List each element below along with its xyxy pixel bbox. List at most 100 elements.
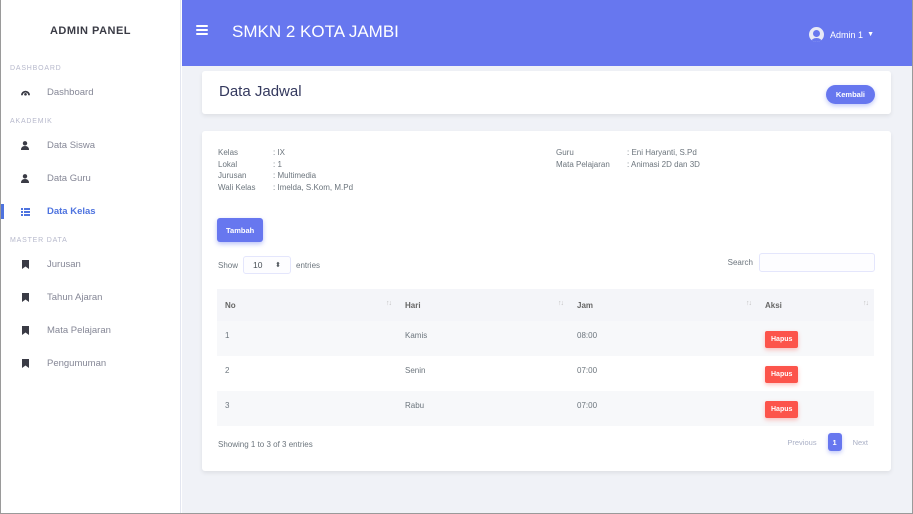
user-menu[interactable]: Admin 1 ▼ — [809, 27, 874, 42]
cell-hari: Senin — [405, 366, 426, 375]
column-header-hari[interactable]: Hari ↑↓ — [397, 289, 569, 321]
sidebar-item-label: Mata Pelajaran — [47, 325, 111, 336]
sort-icon: ↑↓ — [863, 300, 869, 307]
cell-aksi: Hapus — [757, 356, 874, 391]
cell-jam: 08:00 — [577, 331, 598, 340]
next-page-button[interactable]: Next — [846, 438, 875, 447]
sidebar-heading-akademik: AKADEMIK — [10, 118, 53, 125]
previous-page-button[interactable]: Previous — [780, 438, 823, 447]
sidebar-item-dashboard[interactable]: Dashboard — [1, 76, 180, 109]
sidebar-item-tahun-ajaran[interactable]: Tahun Ajaran — [1, 281, 180, 314]
column-header-no[interactable]: No ↑↓ — [217, 289, 397, 321]
entries-label: entries — [296, 260, 321, 270]
cell-no: 1 — [225, 331, 230, 340]
cell-no: 2 — [225, 366, 230, 375]
sidebar-item-pengumuman[interactable]: Pengumuman — [1, 347, 180, 380]
info-value: : 1 — [273, 159, 282, 169]
dashboard-icon — [20, 88, 30, 98]
sidebar-item-data-kelas[interactable]: Data Kelas — [1, 195, 180, 228]
user-icon — [20, 141, 30, 151]
info-row-kelas: Kelas : IX — [218, 147, 353, 159]
table-info: Showing 1 to 3 of 3 entries — [218, 440, 313, 449]
page-1-button[interactable]: 1 — [827, 433, 842, 451]
cell-jam: 07:00 — [577, 366, 598, 375]
delete-button[interactable]: Hapus — [765, 331, 799, 348]
search-label: Search — [727, 258, 753, 267]
table-row: 2 Senin 07:00 Hapus — [217, 356, 874, 391]
sidebar-heading-dashboard: DASHBOARD — [10, 65, 62, 72]
back-button[interactable]: Kembali — [825, 85, 875, 104]
browser-frame: ADMIN PANEL DASHBOARD Dashboard AKADEMIK… — [0, 0, 913, 514]
pagination: Previous 1 Next — [780, 433, 875, 451]
main-content: Data Jadwal Kembali Kelas : IX Lokal : 1 J… — [182, 66, 912, 513]
schedule-table: No ↑↓ Hari ↑↓ Jam ↑↓ Aksi ↑↓ 1 Kamis 08:00 H… — [217, 289, 874, 426]
delete-button[interactable]: Hapus — [765, 401, 799, 418]
table-row: 1 Kamis 08:00 Hapus — [217, 321, 874, 356]
sidebar: ADMIN PANEL DASHBOARD Dashboard AKADEMIK… — [1, 0, 181, 513]
bookmark-icon — [20, 293, 30, 303]
cell-no: 3 — [225, 401, 230, 410]
page-title: Data Jadwal — [219, 83, 302, 100]
sidebar-item-label: Pengumuman — [47, 358, 107, 369]
info-value: : Eni Haryanti, S.Pd — [627, 148, 697, 157]
sort-icon: ↑↓ — [386, 300, 392, 307]
info-value: : Imelda, S.Kom, M.Pd — [273, 182, 354, 192]
menu-toggle-icon[interactable] — [196, 25, 208, 35]
delete-button[interactable]: Hapus — [765, 366, 799, 383]
info-label: Lokal — [218, 159, 238, 169]
topbar: SMKN 2 KOTA JAMBI Admin 1 ▼ — [182, 0, 912, 66]
sidebar-item-label: Data Guru — [47, 173, 91, 184]
info-label: Wali Kelas — [218, 182, 256, 192]
subject-info: Guru : Eni Haryanti, S.Pd Mata Pelajaran:… — [556, 147, 700, 170]
show-label: Show — [218, 260, 239, 270]
info-label: Mata Pelajaran — [556, 159, 610, 169]
sort-icon: ↑↓ — [746, 300, 752, 307]
column-header-aksi[interactable]: Aksi ↑↓ — [757, 289, 874, 321]
cell-hari: Rabu — [405, 401, 425, 410]
app-title: SMKN 2 KOTA JAMBI — [232, 22, 399, 41]
page-header: Data Jadwal Kembali — [202, 71, 891, 114]
search-box: Search — [728, 253, 875, 272]
bookmark-icon — [20, 359, 30, 369]
sidebar-heading-master-data: MASTER DATA — [10, 237, 68, 244]
info-row-wali-kelas: Wali Kelas : Imelda, S.Kom, M.Pd — [218, 182, 353, 194]
sidebar-item-label: Dashboard — [47, 87, 94, 98]
info-value: : Multimedia — [273, 171, 317, 180]
sidebar-item-jurusan[interactable]: Jurusan — [1, 248, 180, 281]
sidebar-brand[interactable]: ADMIN PANEL — [1, 0, 180, 62]
cell-jam: 07:00 — [577, 401, 598, 410]
info-row-guru: Guru : Eni Haryanti, S.Pd — [556, 147, 700, 159]
cell-aksi: Hapus — [757, 321, 874, 356]
add-button[interactable]: Tambah — [217, 218, 264, 242]
sort-icon: ↑↓ — [558, 300, 564, 307]
table-icon — [20, 207, 30, 217]
info-value: : Animasi 2D dan 3D — [627, 159, 700, 169]
caret-down-icon: ▼ — [867, 31, 874, 38]
user-icon — [20, 174, 30, 184]
info-row-lokal: Lokal : 1 — [218, 159, 353, 171]
sidebar-item-mata-pelajaran[interactable]: Mata Pelajaran — [1, 314, 180, 347]
search-input[interactable] — [759, 253, 875, 272]
bookmark-icon — [20, 326, 30, 336]
info-label: Guru — [556, 148, 574, 157]
class-info: Kelas : IX Lokal : 1 Jurusan: Multimedia W… — [218, 147, 353, 193]
bookmark-icon — [20, 260, 30, 270]
sidebar-item-label: Jurusan — [47, 259, 81, 270]
avatar-icon — [809, 27, 825, 42]
info-label: Kelas — [218, 148, 239, 157]
info-row-mata-pelajaran: Mata Pelajaran : Animasi 2D dan 3D — [556, 159, 700, 171]
sidebar-item-data-siswa[interactable]: Data Siswa — [1, 129, 180, 162]
cell-hari: Kamis — [405, 331, 428, 340]
table-header-row: No ↑↓ Hari ↑↓ Jam ↑↓ Aksi ↑↓ — [217, 289, 874, 321]
column-header-jam[interactable]: Jam ↑↓ — [569, 289, 757, 321]
sidebar-item-label: Tahun Ajaran — [47, 292, 103, 303]
entries-length: Show 10 ⬍ entries — [218, 256, 320, 274]
sidebar-item-data-guru[interactable]: Data Guru — [1, 162, 180, 195]
user-name: Admin 1 — [830, 29, 864, 40]
entries-select[interactable]: 10 ⬍ — [243, 256, 292, 274]
cell-aksi: Hapus — [757, 391, 874, 426]
info-row-jurusan: Jurusan: Multimedia — [218, 170, 353, 182]
info-value: : IX — [273, 148, 286, 157]
sidebar-item-label: Data Siswa — [47, 140, 96, 151]
sidebar-item-label: Data Kelas — [47, 206, 96, 217]
